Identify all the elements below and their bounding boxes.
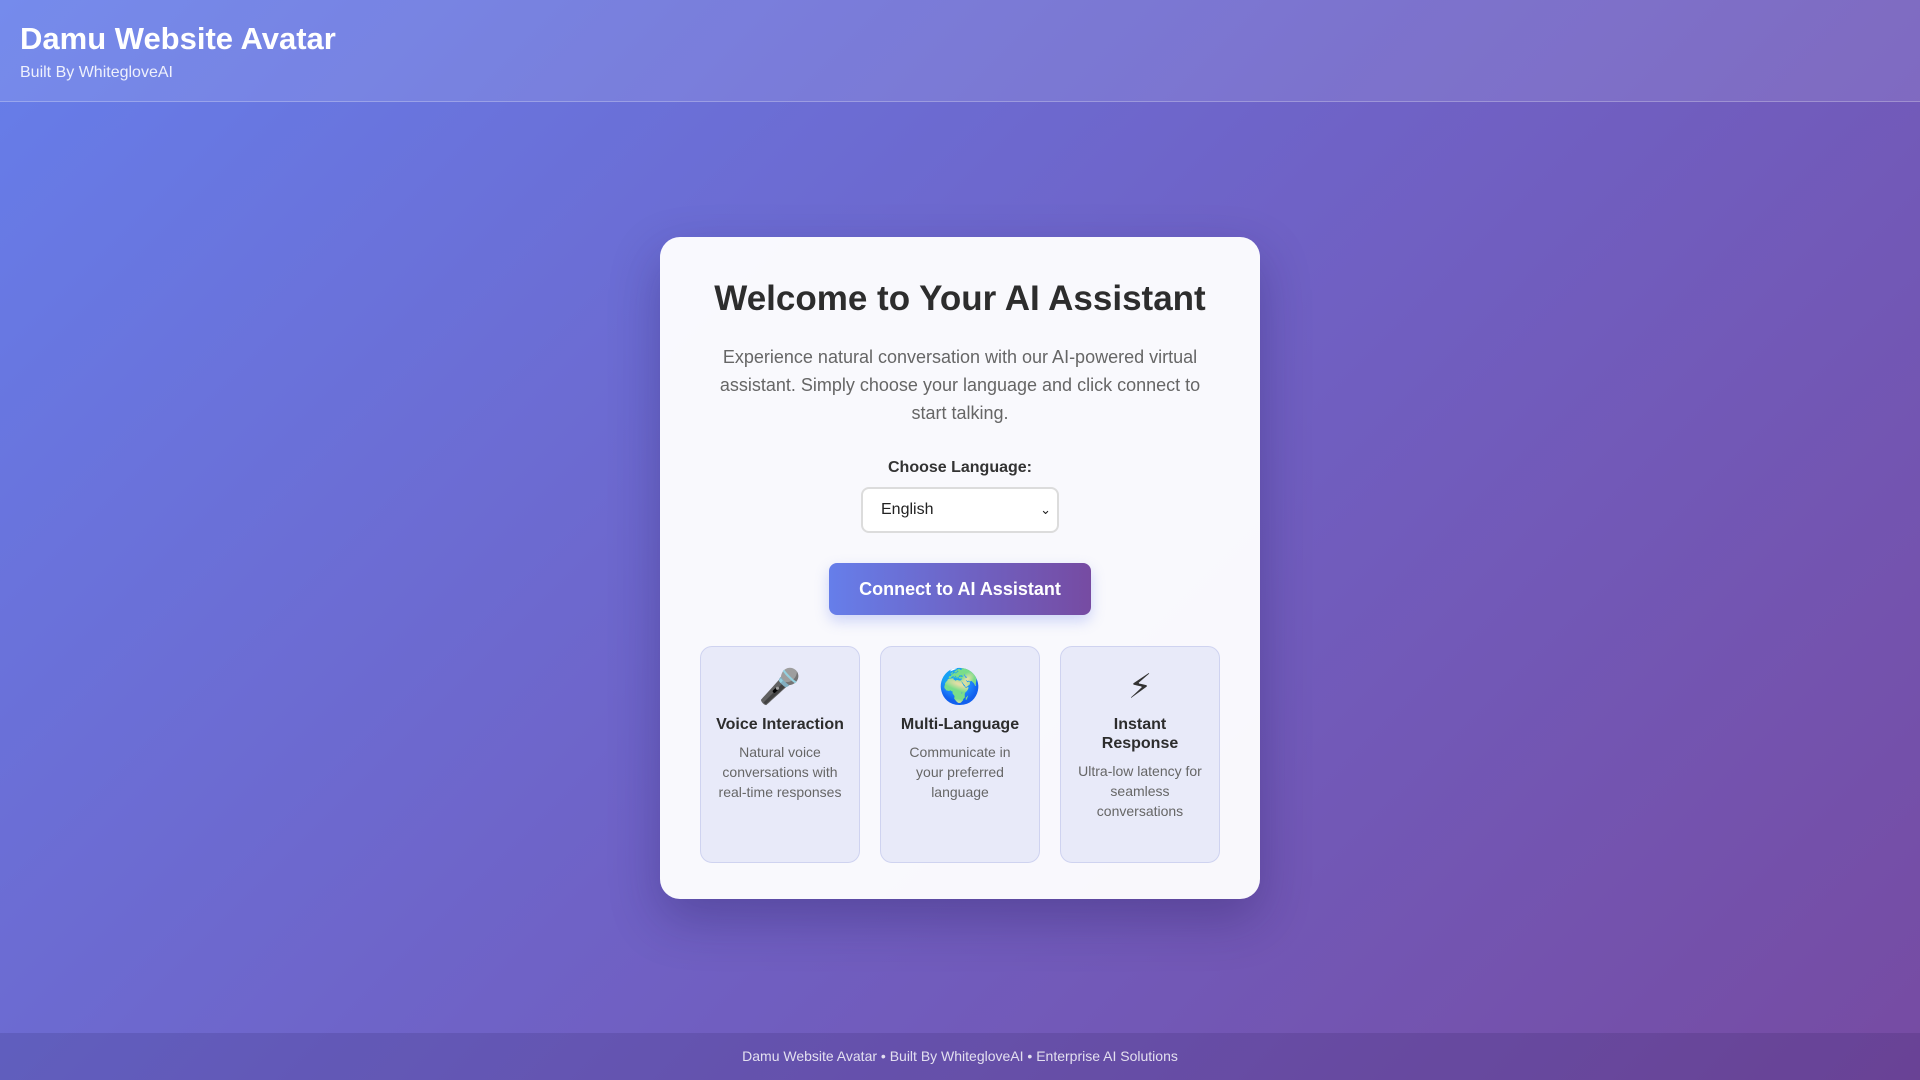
feature-card-response: ⚡ Instant Response Ultra-low latency for… [1060,646,1220,863]
app-title: Damu Website Avatar [20,21,336,56]
feature-title: Instant Response [1101,716,1179,752]
welcome-card: Welcome to Your AI Assistant Experience … [660,237,1260,899]
page-footer: Damu Website Avatar • Built By Whiteglov… [0,1033,1920,1080]
connect-button[interactable]: Connect to AI Assistant [829,563,1091,615]
feature-description: Natural voice conversations with real-ti… [718,744,842,800]
lightning-icon: ⚡ [1128,668,1152,706]
welcome-title: Welcome to Your AI Assistant [714,279,1206,318]
intro-text: Experience natural conversation with our… [719,347,1201,423]
app-header: Damu Website Avatar Built By WhitegloveA… [0,0,1920,102]
language-select-value: English [881,501,934,518]
app-subtitle: Built By WhitegloveAI [20,64,173,81]
language-label: Choose Language: [887,459,1032,476]
feature-card-language: 🌍 Multi-Language Communicate in your pre… [880,646,1040,863]
features-row: 🎤 Voice Interaction Natural voice conver… [700,646,1220,863]
language-select[interactable]: English ⌄ [861,487,1059,533]
microphone-icon: 🎤 [758,668,802,706]
feature-title: Multi-Language [900,716,1020,733]
feature-card-voice: 🎤 Voice Interaction Natural voice conver… [700,646,860,863]
feature-description: Ultra-low latency for seamless conversat… [1078,763,1202,819]
globe-icon: 🌍 [938,668,982,706]
feature-title: Voice Interaction [716,716,844,733]
chevron-down-icon: ⌄ [1040,502,1051,517]
feature-description: Communicate in your preferred language [909,744,1011,800]
